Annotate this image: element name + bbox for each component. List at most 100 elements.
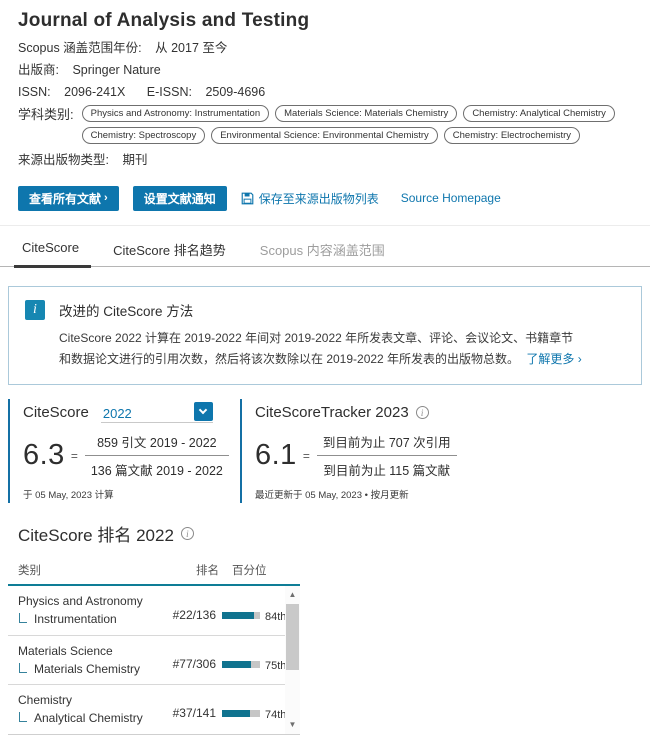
scrollbar-thumb[interactable] bbox=[286, 604, 299, 670]
subject-label: 学科类别: bbox=[18, 105, 74, 144]
row-rank: #77/306 bbox=[168, 657, 216, 671]
issn-label: ISSN: bbox=[18, 85, 51, 99]
citescore-value: 6.3 bbox=[23, 439, 65, 472]
table-row: Chemistry Analytical Chemistry #37/141 7… bbox=[8, 684, 300, 733]
citescore-year-value: 2022 bbox=[101, 406, 132, 421]
rank-table-header: 类别 排名 百分位 bbox=[18, 562, 650, 578]
source-type-value: 期刊 bbox=[122, 153, 147, 167]
citescore-panels: CiteScore 2022 6.3 = 859 引文 2019 - 2022 … bbox=[8, 399, 650, 503]
tracker-update-date: 最近更新于 05 May, 2023 • 按月更新 bbox=[255, 487, 560, 501]
column-category: 类别 bbox=[18, 565, 41, 577]
percentile-bar bbox=[222, 612, 260, 619]
banner-body-text: CiteScore 2022 计算在 2019-2022 年间对 2019-20… bbox=[59, 331, 573, 366]
row-category: Physics and Astronomy bbox=[18, 594, 143, 608]
coverage-value: 从 2017 至今 bbox=[155, 41, 227, 55]
subject-chip[interactable]: Physics and Astronomy: Instrumentation bbox=[82, 105, 270, 122]
row-percentile: 74th bbox=[265, 709, 286, 721]
publisher-line: 出版商: Springer Nature bbox=[18, 61, 650, 79]
view-all-documents-label: 查看所有文献 bbox=[29, 190, 101, 207]
equals-sign: = bbox=[303, 449, 310, 463]
page-title: Journal of Analysis and Testing bbox=[18, 10, 650, 32]
subject-chip[interactable]: Chemistry: Electrochemistry bbox=[444, 127, 580, 144]
header-divider bbox=[0, 225, 650, 226]
citescore-denominator: 136 篇文献 2019 - 2022 bbox=[85, 456, 229, 479]
percentile-bar bbox=[222, 710, 260, 717]
row-subcategory: Instrumentation bbox=[34, 612, 117, 626]
learn-more-link[interactable]: 了解更多 › bbox=[526, 352, 581, 366]
branch-icon bbox=[19, 712, 27, 722]
rank-info-icon[interactable]: i bbox=[181, 527, 194, 540]
table-row: Physics and Astronomy Instrumentation #2… bbox=[8, 586, 300, 635]
row-subcategory: Materials Chemistry bbox=[34, 662, 140, 676]
citescore-tracker-panel: CiteScoreTracker 2023 i 6.1 = 到目前为止 707 … bbox=[240, 399, 560, 503]
publisher-value: Springer Nature bbox=[72, 63, 160, 77]
issn-value: 2096-241X bbox=[64, 85, 125, 99]
rank-table-scrollbar[interactable]: ▲ ▼ bbox=[285, 586, 300, 734]
coverage-line: Scopus 涵盖范围年份: 从 2017 至今 bbox=[18, 39, 650, 57]
banner-body: CiteScore 2022 计算在 2019-2022 年间对 2019-20… bbox=[59, 328, 584, 370]
citescore-numerator: 859 引文 2019 - 2022 bbox=[85, 432, 229, 456]
source-homepage-link[interactable]: Source Homepage bbox=[401, 191, 501, 205]
column-percentile: 百分位 bbox=[232, 562, 267, 578]
subject-line: 学科类别: Physics and Astronomy: Instrumenta… bbox=[18, 105, 650, 144]
percentile-bar bbox=[222, 661, 260, 668]
citescore-calc-date: 于 05 May, 2023 计算 bbox=[23, 487, 232, 501]
scroll-down-icon[interactable]: ▼ bbox=[285, 718, 300, 732]
citescore-formula: 6.3 = 859 引文 2019 - 2022 136 篇文献 2019 - … bbox=[23, 432, 232, 479]
branch-icon bbox=[19, 663, 27, 673]
set-document-alert-label: 设置文献通知 bbox=[144, 190, 216, 207]
column-rank: 排名 bbox=[196, 562, 219, 578]
rank-title-text: CiteScore 排名 2022 bbox=[18, 521, 174, 546]
row-percentile: 75th bbox=[265, 660, 286, 672]
set-document-alert-button[interactable]: 设置文献通知 bbox=[133, 186, 227, 211]
view-all-documents-button[interactable]: 查看所有文献 › bbox=[18, 186, 119, 211]
subject-chip[interactable]: Materials Science: Materials Chemistry bbox=[275, 105, 457, 122]
subject-chip[interactable]: Chemistry: Spectroscopy bbox=[82, 127, 206, 144]
save-to-source-list-link[interactable]: 保存至来源出版物列表 bbox=[241, 190, 379, 207]
rank-section-title: CiteScore 排名 2022 i bbox=[18, 521, 650, 546]
branch-icon bbox=[19, 613, 27, 623]
subject-chip[interactable]: Environmental Science: Environmental Che… bbox=[211, 127, 438, 144]
eissn-label: E-ISSN: bbox=[147, 85, 192, 99]
issn-line: ISSN: 2096-241X E-ISSN: 2509-4696 bbox=[18, 83, 650, 101]
tracker-numerator: 到目前为止 707 次引用 bbox=[317, 432, 457, 456]
tracker-info-icon[interactable]: i bbox=[416, 406, 429, 419]
row-category: Chemistry bbox=[18, 693, 143, 707]
row-rank: #22/136 bbox=[168, 608, 216, 622]
tab-citescore-rank-trend[interactable]: CiteScore 排名趋势 bbox=[109, 235, 230, 266]
tracker-value: 6.1 bbox=[255, 439, 297, 472]
tracker-label: CiteScoreTracker 2023 bbox=[255, 404, 409, 421]
source-homepage-label: Source Homepage bbox=[401, 191, 501, 205]
tab-bar: CiteScore CiteScore 排名趋势 Scopus 内容涵盖范围 bbox=[0, 235, 650, 267]
info-icon: i bbox=[25, 300, 45, 320]
row-percentile: 84th bbox=[265, 611, 286, 623]
publisher-label: 出版商: bbox=[18, 63, 59, 77]
tracker-denominator: 到目前为止 115 篇文献 bbox=[317, 456, 457, 479]
citescore-methodology-banner: i 改进的 CiteScore 方法 CiteScore 2022 计算在 20… bbox=[8, 286, 642, 385]
tab-scopus-coverage[interactable]: Scopus 内容涵盖范围 bbox=[256, 235, 389, 266]
banner-title: 改进的 CiteScore 方法 bbox=[59, 300, 584, 320]
source-type-label: 来源出版物类型: bbox=[18, 153, 109, 167]
subject-chip-list: Physics and Astronomy: Instrumentation M… bbox=[82, 105, 642, 144]
chevron-down-icon[interactable] bbox=[194, 402, 213, 421]
scroll-up-icon[interactable]: ▲ bbox=[285, 588, 300, 602]
citescore-year-select[interactable]: 2022 bbox=[101, 402, 213, 423]
chevron-right-icon: › bbox=[104, 192, 108, 204]
row-rank: #37/141 bbox=[168, 706, 216, 720]
coverage-label: Scopus 涵盖范围年份: bbox=[18, 41, 142, 55]
rank-table: Physics and Astronomy Instrumentation #2… bbox=[8, 586, 300, 735]
action-toolbar: 查看所有文献 › 设置文献通知 保存至来源出版物列表 Source Homepa… bbox=[18, 185, 650, 211]
journal-source-page: Journal of Analysis and Testing Scopus 涵… bbox=[0, 0, 650, 735]
equals-sign: = bbox=[71, 449, 78, 463]
citescore-label: CiteScore bbox=[23, 404, 89, 421]
citescore-panel: CiteScore 2022 6.3 = 859 引文 2019 - 2022 … bbox=[8, 399, 232, 503]
save-icon bbox=[241, 192, 254, 205]
tab-citescore[interactable]: CiteScore bbox=[18, 235, 83, 266]
save-to-source-list-label: 保存至来源出版物列表 bbox=[259, 190, 379, 207]
source-type-line: 来源出版物类型: 期刊 bbox=[18, 151, 650, 169]
tracker-formula: 6.1 = 到目前为止 707 次引用 到目前为止 115 篇文献 bbox=[255, 432, 560, 479]
table-row: Materials Science Materials Chemistry #7… bbox=[8, 635, 300, 684]
row-subcategory: Analytical Chemistry bbox=[34, 711, 143, 725]
eissn-value: 2509-4696 bbox=[205, 85, 265, 99]
subject-chip[interactable]: Chemistry: Analytical Chemistry bbox=[463, 105, 615, 122]
